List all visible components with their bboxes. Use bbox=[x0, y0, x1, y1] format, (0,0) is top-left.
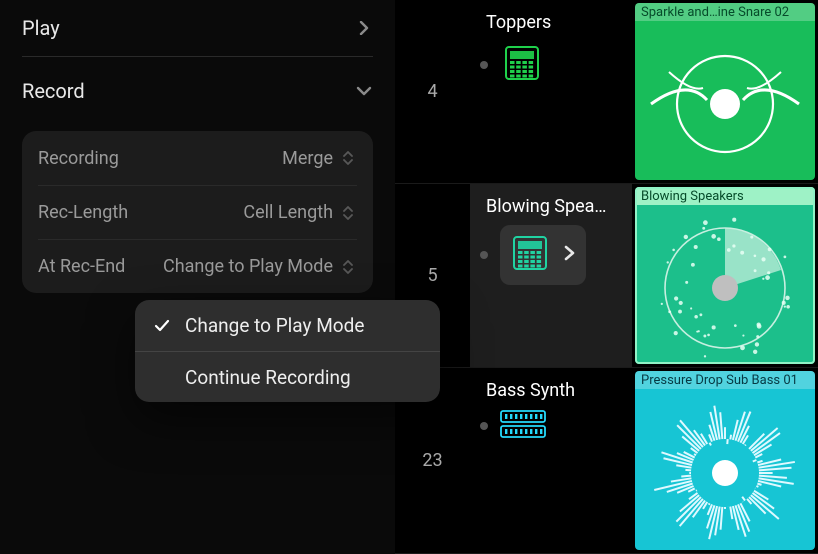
atrecend-label: At Rec-End bbox=[38, 256, 125, 277]
clip-cell: Pressure Drop Sub Bass 01 bbox=[632, 368, 818, 554]
atrecend-value: Change to Play Mode bbox=[163, 256, 357, 277]
play-menu-row[interactable]: Play bbox=[22, 0, 373, 56]
track-header[interactable]: Bass Synth bbox=[470, 368, 632, 554]
clip-waveform-icon bbox=[635, 21, 815, 180]
record-label: Record bbox=[22, 79, 85, 103]
chevron-right-icon bbox=[355, 19, 373, 37]
dropdown-option-continue-recording[interactable]: Continue Recording bbox=[135, 351, 440, 402]
instrument-chip[interactable] bbox=[500, 225, 586, 285]
atrecend-dropdown: Change to Play Mode Continue Recording bbox=[135, 300, 440, 402]
chevron-right-icon bbox=[562, 244, 576, 266]
track-headers-column: Toppers Blowing Spea… Bass Synth bbox=[470, 0, 632, 554]
clip-waveform-icon bbox=[635, 389, 815, 550]
reclength-label: Rec-Length bbox=[38, 202, 128, 223]
updown-icon bbox=[339, 204, 357, 222]
clip-label: Sparkle and…ine Snare 02 bbox=[635, 3, 815, 21]
reclength-value: Cell Length bbox=[243, 202, 357, 223]
clip-label: Blowing Speakers bbox=[635, 187, 815, 205]
chevron-down-icon bbox=[355, 82, 373, 100]
updown-icon bbox=[339, 258, 357, 276]
clip-cell: Blowing Speakers bbox=[632, 184, 818, 368]
track-name-label: Bass Synth bbox=[486, 380, 626, 401]
clip-tile[interactable]: Pressure Drop Sub Bass 01 bbox=[635, 371, 815, 550]
instrument-icon bbox=[500, 41, 544, 89]
record-menu-row[interactable]: Record bbox=[22, 63, 373, 119]
updown-icon bbox=[339, 149, 357, 167]
mute-dot-icon[interactable] bbox=[480, 61, 488, 69]
check-icon bbox=[151, 317, 173, 335]
mute-dot-icon[interactable] bbox=[480, 422, 488, 430]
divider bbox=[22, 56, 373, 57]
instrument-chip[interactable] bbox=[500, 409, 546, 443]
tracks-panel: 4523 Toppers Blowing Spea… Bass Synth bbox=[395, 0, 818, 554]
reclength-setting-row[interactable]: Rec-Length Cell Length bbox=[38, 185, 357, 239]
clip-label: Pressure Drop Sub Bass 01 bbox=[635, 371, 815, 389]
mute-dot-icon[interactable] bbox=[480, 251, 488, 259]
record-settings-group: Recording Merge Rec-Length Cell Length A… bbox=[22, 131, 373, 293]
recording-value: Merge bbox=[282, 148, 357, 169]
clip-tile[interactable]: Blowing Speakers bbox=[635, 187, 815, 364]
clip-waveform-icon bbox=[635, 205, 815, 364]
clip-cell: Sparkle and…ine Snare 02 bbox=[632, 0, 818, 184]
play-label: Play bbox=[22, 16, 60, 40]
row-number-column: 4523 bbox=[395, 0, 470, 554]
clip-tile[interactable]: Sparkle and…ine Snare 02 bbox=[635, 3, 815, 180]
track-name-label: Toppers bbox=[486, 12, 626, 33]
instrument-icon bbox=[500, 409, 546, 443]
dropdown-option-label: Continue Recording bbox=[185, 366, 351, 389]
row-number: 4 bbox=[395, 0, 470, 184]
dropdown-option-label: Change to Play Mode bbox=[185, 314, 364, 337]
atrecend-setting-row[interactable]: At Rec-End Change to Play Mode bbox=[38, 239, 357, 293]
track-name-label: Blowing Spea… bbox=[486, 196, 626, 217]
clips-column: Sparkle and…ine Snare 02 Blowing Speaker… bbox=[632, 0, 818, 554]
track-header[interactable]: Blowing Spea… bbox=[470, 184, 632, 368]
instrument-icon bbox=[508, 231, 552, 279]
recording-label: Recording bbox=[38, 148, 119, 169]
settings-sidebar: Play Record Recording Merge Rec-Length C… bbox=[0, 0, 395, 554]
recording-setting-row[interactable]: Recording Merge bbox=[38, 131, 357, 185]
dropdown-option-change-to-play[interactable]: Change to Play Mode bbox=[135, 300, 440, 351]
track-header[interactable]: Toppers bbox=[470, 0, 632, 184]
instrument-chip[interactable] bbox=[500, 41, 544, 89]
